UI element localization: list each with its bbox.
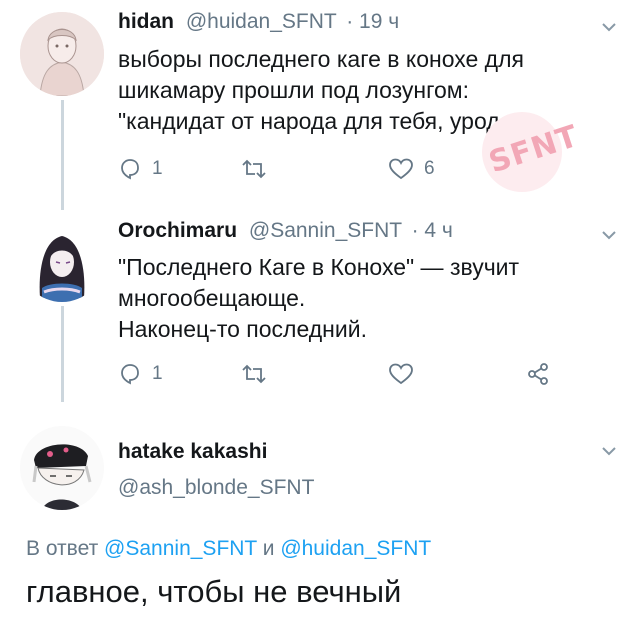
tweet-text-line: "Последнего Каге в Конохе" — звучит: [118, 254, 520, 280]
tweet-header: hidan @huidan_SFNT · 19 ч: [118, 10, 399, 34]
tweet-text: главное, чтобы не вечный: [26, 574, 402, 609]
retweet-icon: [242, 364, 266, 384]
tweet-time[interactable]: · 4 ч: [412, 219, 453, 242]
tweet-text-line: многообещающе.: [118, 285, 306, 311]
author-handle[interactable]: @Sannin_SFNT: [249, 219, 402, 242]
reply-prefix: В ответ: [26, 537, 99, 560]
thread-line: [61, 306, 64, 402]
tweet-text: выборы последнего каге в конохе для шика…: [118, 44, 524, 137]
reply-context: В ответ @Sannin_SFNT и @huidan_SFNT: [26, 537, 431, 561]
mention-link[interactable]: @Sannin_SFNT: [104, 537, 257, 560]
like-button[interactable]: 6: [388, 157, 435, 181]
author-name[interactable]: hidan: [118, 10, 174, 33]
avatar-hidan[interactable]: [20, 12, 104, 96]
tweet-time[interactable]: · 19 ч: [346, 10, 399, 33]
reply-count: 1: [152, 363, 163, 384]
share-icon: [528, 363, 548, 385]
chevron-down-icon[interactable]: [598, 16, 620, 38]
like-icon: [389, 363, 413, 385]
watermark-text: SFNT: [484, 118, 583, 181]
author-name[interactable]: hatake kakashi: [118, 440, 267, 464]
like-count: 6: [424, 158, 435, 179]
author-handle[interactable]: @ash_blonde_SFNT: [118, 476, 314, 500]
tweet-text-line: Наконец-то последний.: [118, 316, 367, 342]
like-icon: [389, 158, 413, 180]
like-button[interactable]: [388, 362, 424, 386]
retweet-icon: [242, 159, 266, 179]
reply-conjunction: и: [262, 537, 275, 560]
chevron-down-icon[interactable]: [598, 440, 620, 462]
author-name[interactable]: Orochimaru: [118, 219, 237, 242]
avatar-kakashi[interactable]: [20, 426, 104, 510]
tweet-text: "Последнего Каге в Конохе" — звучит мног…: [118, 252, 519, 345]
reply-icon: [121, 364, 139, 385]
tweet-header: Orochimaru @Sannin_SFNT · 4 ч: [118, 219, 453, 243]
reply-button[interactable]: 1: [118, 157, 163, 181]
retweet-button[interactable]: [240, 362, 278, 386]
author-handle[interactable]: @huidan_SFNT: [186, 10, 337, 33]
share-button[interactable]: [526, 362, 550, 386]
tweet-actions: 1: [118, 362, 558, 392]
reply-icon: [121, 159, 139, 180]
retweet-button[interactable]: [240, 157, 278, 181]
thread-line: [61, 100, 64, 210]
tweet-text-line: "кандидат от народа для тебя, урода": [118, 108, 521, 134]
mention-link[interactable]: @huidan_SFNT: [280, 537, 431, 560]
watermark-logo: SFNT: [482, 112, 583, 192]
chevron-down-icon[interactable]: [598, 224, 620, 246]
reply-button[interactable]: 1: [118, 362, 163, 386]
tweet-text-line: шикамару прошли под лозунгом:: [118, 77, 469, 103]
avatar-orochimaru[interactable]: [20, 218, 104, 302]
reply-count: 1: [152, 158, 163, 179]
tweet-text-line: выборы последнего каге в конохе для: [118, 46, 524, 72]
